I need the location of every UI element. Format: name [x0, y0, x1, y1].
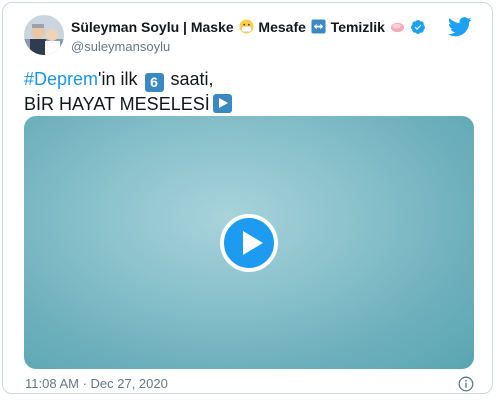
author-name-row[interactable]: Süleyman Soylu | Maske Mesafe Temizlik — [71, 17, 426, 37]
play-icon[interactable] — [220, 214, 278, 272]
soap-icon — [390, 22, 404, 33]
author-name-part-3: Temizlik — [326, 19, 385, 35]
tweet-text-segment-2: saati, — [165, 69, 214, 89]
keycap-number-emoji: 6 — [144, 73, 164, 92]
tweet-text-line-2: BİR HAYAT MESELESİ — [24, 92, 232, 116]
tweet-text: #Deprem'in ilk 6 saati, BİR HAYAT MESELE… — [24, 67, 232, 116]
play-button-emoji — [212, 94, 232, 113]
avatar[interactable] — [24, 15, 64, 55]
twitter-bird-icon[interactable] — [448, 17, 472, 37]
tweet-text-segment-1: 'in ilk — [98, 69, 138, 89]
avatar-image — [24, 15, 64, 55]
tweet-text-line-1: #Deprem'in ilk 6 saati, — [24, 67, 232, 92]
author-name-part-2: Mesafe — [254, 19, 306, 35]
tweet-text-segment-3: BİR HAYAT MESELESİ — [24, 94, 210, 114]
hashtag-link[interactable]: #Deprem — [24, 69, 98, 89]
tweet-timestamp[interactable]: 11:08 AM · Dec 27, 2020 — [25, 376, 168, 391]
author-name-part-1: Süleyman Soylu | Maske — [71, 19, 234, 35]
video-media[interactable] — [24, 116, 474, 369]
face-with-mask-icon — [239, 19, 254, 34]
info-icon[interactable] — [458, 376, 474, 392]
left-right-arrow-icon — [311, 19, 326, 34]
tweet-card[interactable]: Süleyman Soylu | Maske Mesafe Temizlik @… — [2, 2, 493, 394]
author-name[interactable]: Süleyman Soylu | Maske Mesafe Temizlik — [71, 19, 406, 35]
author-handle[interactable]: @suleymansoylu — [71, 39, 170, 54]
verified-badge-icon — [410, 20, 425, 34]
